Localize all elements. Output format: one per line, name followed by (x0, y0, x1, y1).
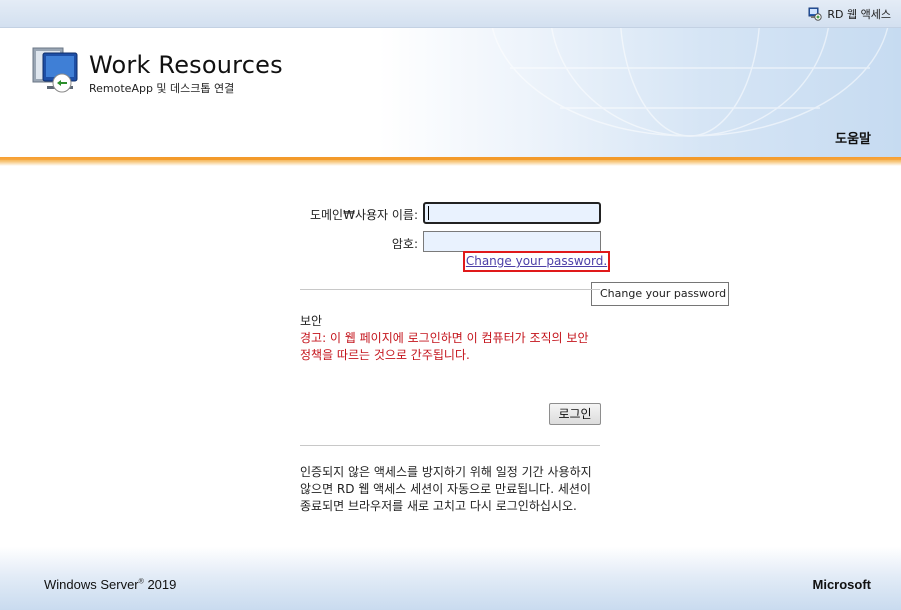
header-divider (0, 157, 901, 166)
password-input[interactable] (423, 231, 601, 252)
rd-web-access-icon (808, 7, 823, 21)
help-link[interactable]: 도움말 (835, 128, 871, 147)
password-label: 암호: (391, 237, 418, 251)
rd-web-access-label: RD 웹 액세스 (827, 8, 891, 21)
security-heading: 보안 (300, 314, 323, 328)
windows-server-logo: Windows Server® 2019 (44, 577, 176, 592)
windows-server-text: Windows Server (44, 577, 139, 592)
registered-mark: ® (138, 578, 144, 586)
session-timeout-notice: 인증되지 않은 액세스를 방지하기 위해 일정 기간 사용하지 않으면 RD 웹… (300, 465, 592, 513)
remote-desktop-monitor-icon (32, 47, 78, 93)
change-password-link[interactable]: Change your password. (463, 251, 610, 272)
login-button[interactable]: 로그인 (549, 403, 601, 425)
page-subtitle: RemoteApp 및 데스크톱 연결 (89, 82, 235, 95)
header-banner: Work Resources RemoteApp 및 데스크톱 연결 도움말 (0, 28, 901, 158)
divider-top (300, 289, 600, 290)
divider-bottom (300, 445, 600, 446)
username-label: 도메인₩사용자 이름: (309, 208, 418, 222)
footer: Windows Server® 2019 Microsoft (0, 547, 901, 610)
top-bar: RD 웹 액세스 (0, 0, 901, 28)
rd-web-access-link[interactable]: RD 웹 액세스 (808, 6, 891, 22)
globe-decoration (491, 28, 889, 137)
page-title: Work Resources (89, 51, 283, 79)
microsoft-logo: Microsoft (812, 577, 872, 592)
security-warning: 경고: 이 웹 페이지에 로그인하면 이 컴퓨터가 조직의 보안 정책을 따르는… (300, 331, 589, 362)
windows-server-version: 2019 (147, 577, 177, 592)
text-caret (428, 206, 429, 220)
change-password-tooltip: Change your password (591, 282, 729, 306)
username-input[interactable] (423, 202, 601, 224)
